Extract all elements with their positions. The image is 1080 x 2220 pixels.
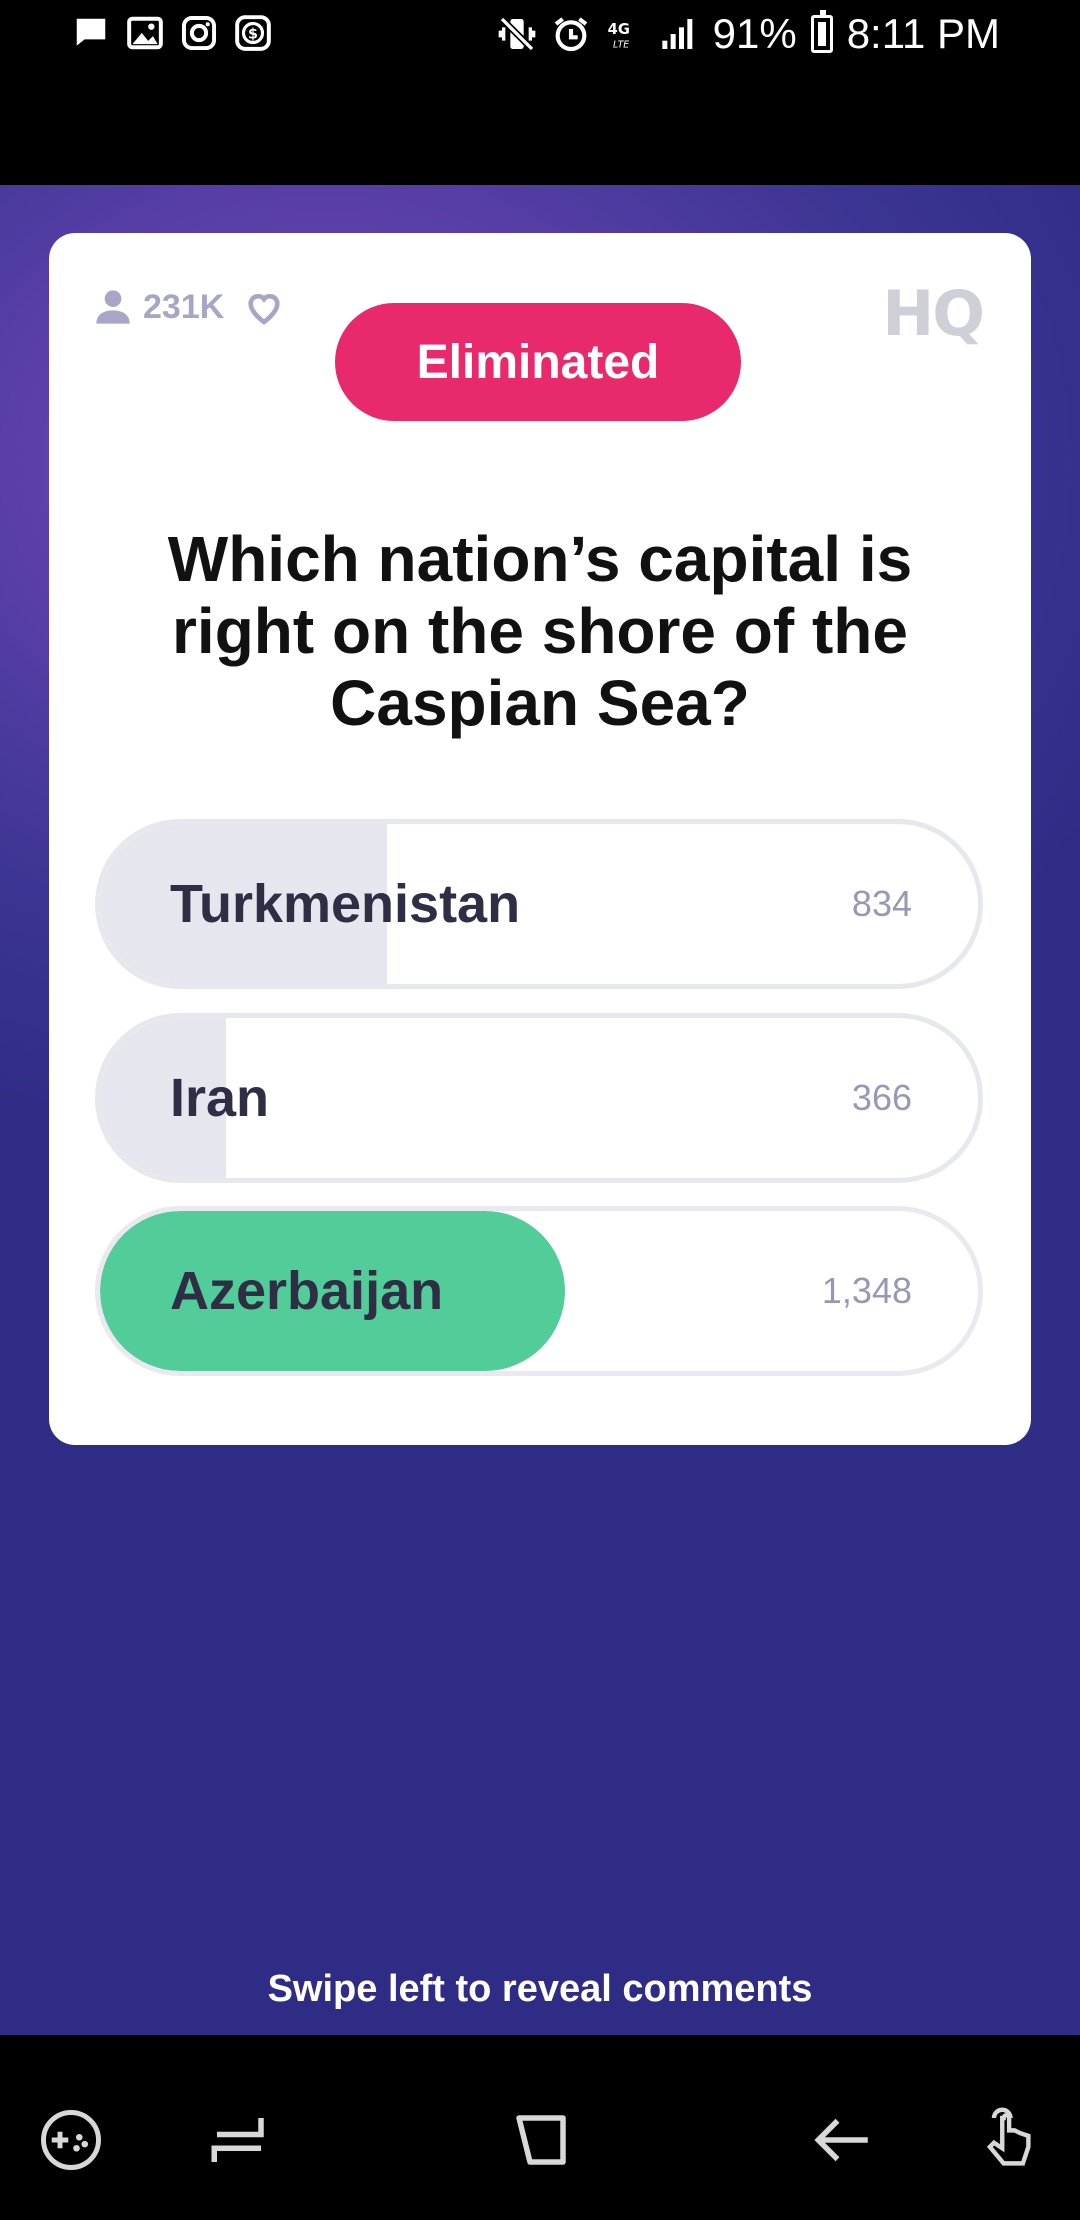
message-icon — [76, 18, 106, 46]
hq-logo: HQ — [882, 277, 985, 350]
battery-percent: 91% — [712, 10, 797, 57]
back-icon[interactable] — [810, 2107, 876, 2173]
swipe-hint: Swipe left to reveal comments — [267, 1968, 813, 2010]
eliminated-badge: Eliminated — [335, 303, 741, 421]
lte-icon: 4GLTE — [607, 21, 629, 50]
cashapp-icon: $ — [235, 15, 271, 51]
answer-option-correct: Azerbaijan 1,348 — [95, 1206, 983, 1376]
instagram-icon — [181, 15, 217, 51]
signal-icon — [661, 19, 692, 49]
svg-text:4G: 4G — [607, 21, 629, 38]
answer-label: Iran — [170, 1068, 270, 1128]
answer-label: Turkmenistan — [170, 874, 521, 934]
home-icon[interactable] — [508, 2107, 574, 2173]
status-bar: $ 4G LTE 91% 8:11 PM — [0, 0, 1080, 185]
battery-icon — [810, 10, 833, 53]
svg-text:$: $ — [248, 27, 258, 43]
vibrate-icon — [498, 16, 535, 52]
recents-icon[interactable] — [206, 2107, 272, 2173]
viewer-count-text: 231K — [143, 287, 225, 326]
game-launcher-icon[interactable] — [38, 2107, 104, 2173]
person-icon — [96, 290, 130, 324]
clock: 8:11 PM — [846, 10, 1000, 57]
system-status: 4G LTE 91% 8:11 PM — [497, 10, 1000, 58]
navigation-bar — [0, 2035, 1080, 2220]
svg-text:LTE: LTE — [613, 39, 629, 50]
assistant-gesture-icon[interactable] — [972, 2107, 1038, 2173]
question-card: 231K HQ Eliminated Which nation’s capita… — [49, 233, 1031, 1445]
heart-icon[interactable] — [244, 287, 284, 327]
answer-count: 366 — [851, 1077, 912, 1118]
alarm-icon — [554, 17, 587, 52]
answer-option: Iran 366 — [95, 1013, 983, 1183]
answer-count: 1,348 — [821, 1270, 912, 1311]
answer-option: Turkmenistan 834 — [95, 819, 983, 989]
notification-icons: $ — [72, 14, 272, 52]
answer-label: Azerbaijan — [170, 1261, 444, 1321]
question-text: Which nation’s capital is right on the s… — [167, 523, 913, 739]
viewer-count: 231K — [93, 287, 284, 327]
answer-count: 834 — [851, 883, 912, 924]
image-icon — [127, 16, 163, 50]
